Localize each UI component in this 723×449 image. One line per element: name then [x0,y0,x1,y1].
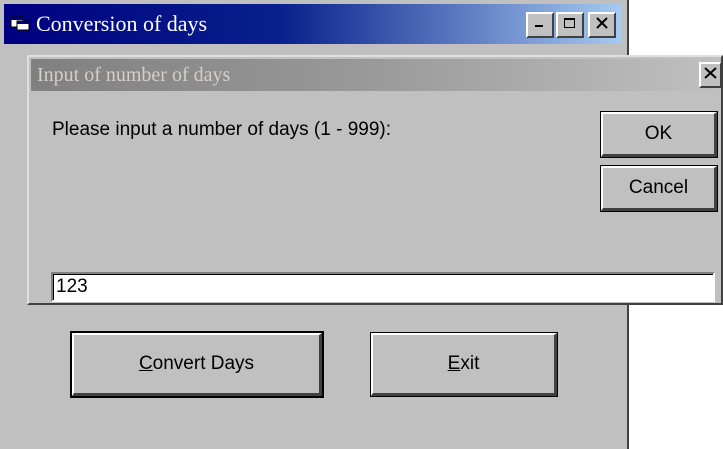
dialog-close-button[interactable] [699,62,721,88]
main-titlebar[interactable]: Conversion of days [4,4,621,44]
window-app-icon[interactable] [10,15,30,31]
exit-label: Exit [447,353,480,374]
minimize-icon [533,16,547,34]
cancel-button[interactable]: Cancel [600,165,718,212]
exit-button[interactable]: Exit [370,332,558,397]
dialog-titlebar[interactable]: Input of number of days [31,59,721,91]
ok-button[interactable]: OK [600,111,718,158]
close-icon [595,16,609,34]
window-title: Conversion of days [36,11,208,36]
minimize-button[interactable] [526,12,554,38]
close-window-button[interactable] [588,12,616,38]
maximize-icon [563,16,577,34]
ok-label: OK [644,123,673,144]
maximize-button[interactable] [556,12,584,38]
close-icon [703,66,719,85]
dialog-prompt: Please input a number of days (1 - 999): [52,119,392,140]
convert-days-label: Convert Days [138,353,255,374]
cancel-label: Cancel [628,177,689,198]
input-dialog: Input of number of days Please input a n… [27,55,723,305]
days-input[interactable] [51,272,715,302]
dialog-title: Input of number of days [37,64,231,86]
convert-days-button[interactable]: Convert Days [70,331,324,398]
